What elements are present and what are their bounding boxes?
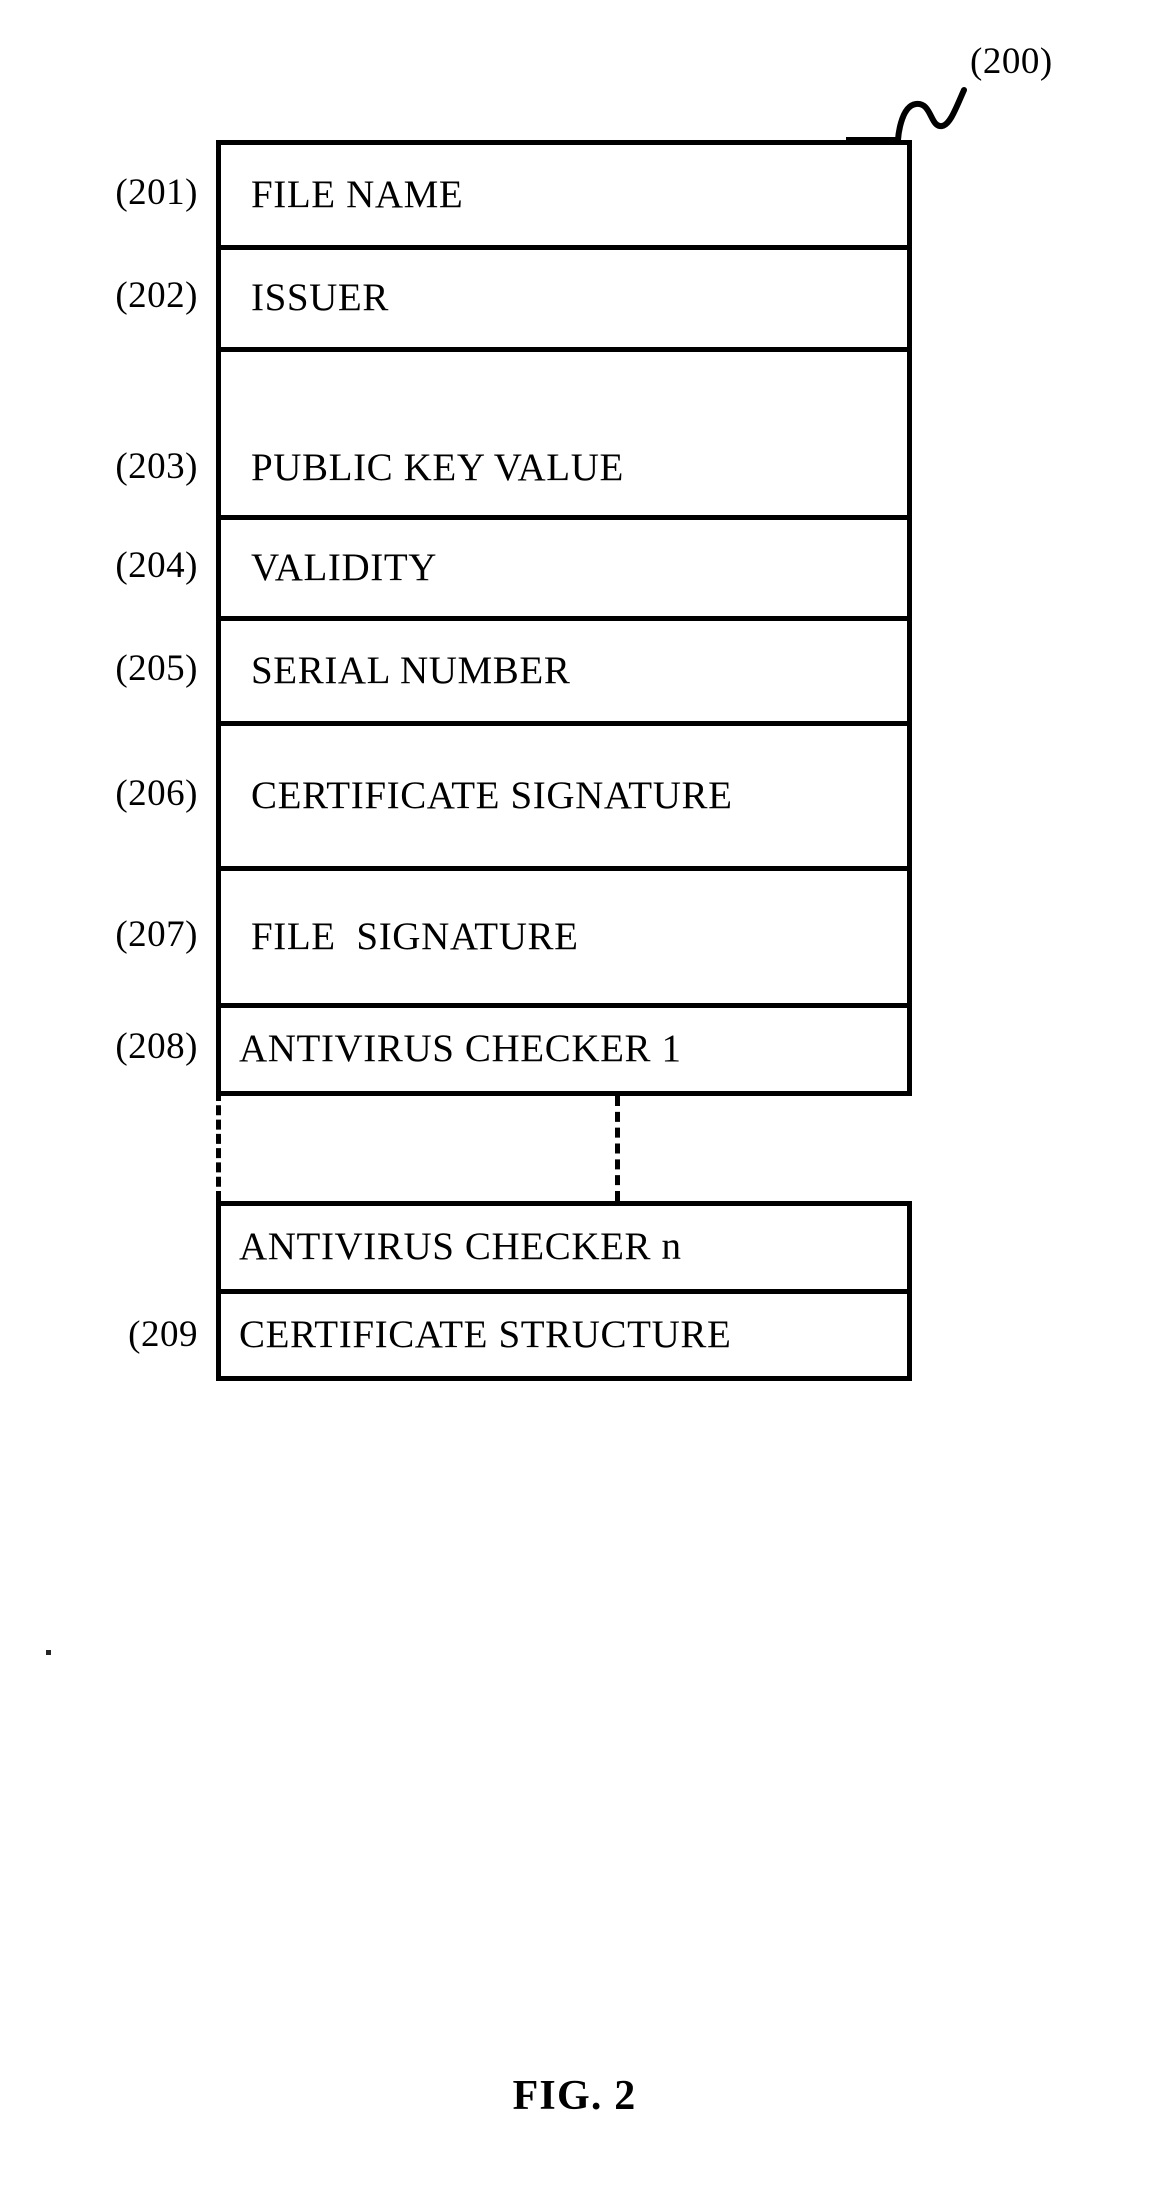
reference-numeral: (207) bbox=[115, 913, 198, 955]
structure-row: FILE NAME bbox=[216, 140, 912, 245]
figure-caption: FIG. 2 bbox=[512, 2073, 637, 2119]
structure-row-label: CERTIFICATE SIGNATURE bbox=[251, 773, 733, 817]
ref-label-200: (200) bbox=[970, 41, 1053, 82]
reference-numeral: (202) bbox=[115, 275, 198, 316]
reference-numeral: (204) bbox=[115, 544, 198, 586]
structure-row: PUBLIC KEY VALUE bbox=[216, 347, 912, 515]
structure-row: ANTIVIRUS CHECKER n bbox=[216, 1201, 912, 1289]
scan-artifact-speck bbox=[46, 1650, 51, 1655]
structure-row: CERTIFICATE STRUCTURE bbox=[216, 1289, 912, 1381]
reference-numeral: (206) bbox=[115, 772, 198, 814]
structure-row-label: ANTIVIRUS CHECKER n bbox=[239, 1225, 682, 1269]
structure-row: ISSUER bbox=[216, 245, 912, 347]
structure-row: FILE SIGNATURE bbox=[216, 866, 912, 1003]
structure-row-label: VALIDITY bbox=[251, 545, 438, 589]
structure-row-continuation bbox=[216, 1091, 912, 1201]
leader-line-200 bbox=[846, 87, 967, 143]
structure-row-label: SERIAL NUMBER bbox=[251, 648, 571, 692]
structure-row-label: PUBLIC KEY VALUE bbox=[251, 446, 624, 490]
structure-row-label: FILE SIGNATURE bbox=[251, 914, 579, 958]
certificate-structure-box: FILE NAME ISSUER PUBLIC KEY VALUE VALIDITY S… bbox=[216, 140, 912, 1381]
reference-numeral: (201) bbox=[115, 171, 198, 213]
structure-row-label: ISSUER bbox=[251, 276, 389, 320]
reference-numeral: (205) bbox=[115, 647, 198, 689]
reference-numeral: (203) bbox=[115, 446, 198, 487]
structure-row: ANTIVIRUS CHECKER 1 bbox=[216, 1003, 912, 1091]
structure-row: CERTIFICATE SIGNATURE bbox=[216, 721, 912, 866]
reference-numeral: (208) bbox=[115, 1026, 198, 1067]
patent-figure-page: (200) (201) (202) (203) (204) (205) (206) (207… bbox=[0, 0, 1149, 2192]
structure-row-label: ANTIVIRUS CHECKER 1 bbox=[239, 1027, 682, 1071]
continuation-dashed-divider bbox=[614, 1096, 620, 1201]
reference-numeral: (209 bbox=[128, 1314, 198, 1355]
structure-row: VALIDITY bbox=[216, 515, 912, 616]
structure-row-label: CERTIFICATE STRUCTURE bbox=[239, 1312, 732, 1356]
structure-row-label: FILE NAME bbox=[251, 172, 464, 216]
structure-row: SERIAL NUMBER bbox=[216, 616, 912, 721]
